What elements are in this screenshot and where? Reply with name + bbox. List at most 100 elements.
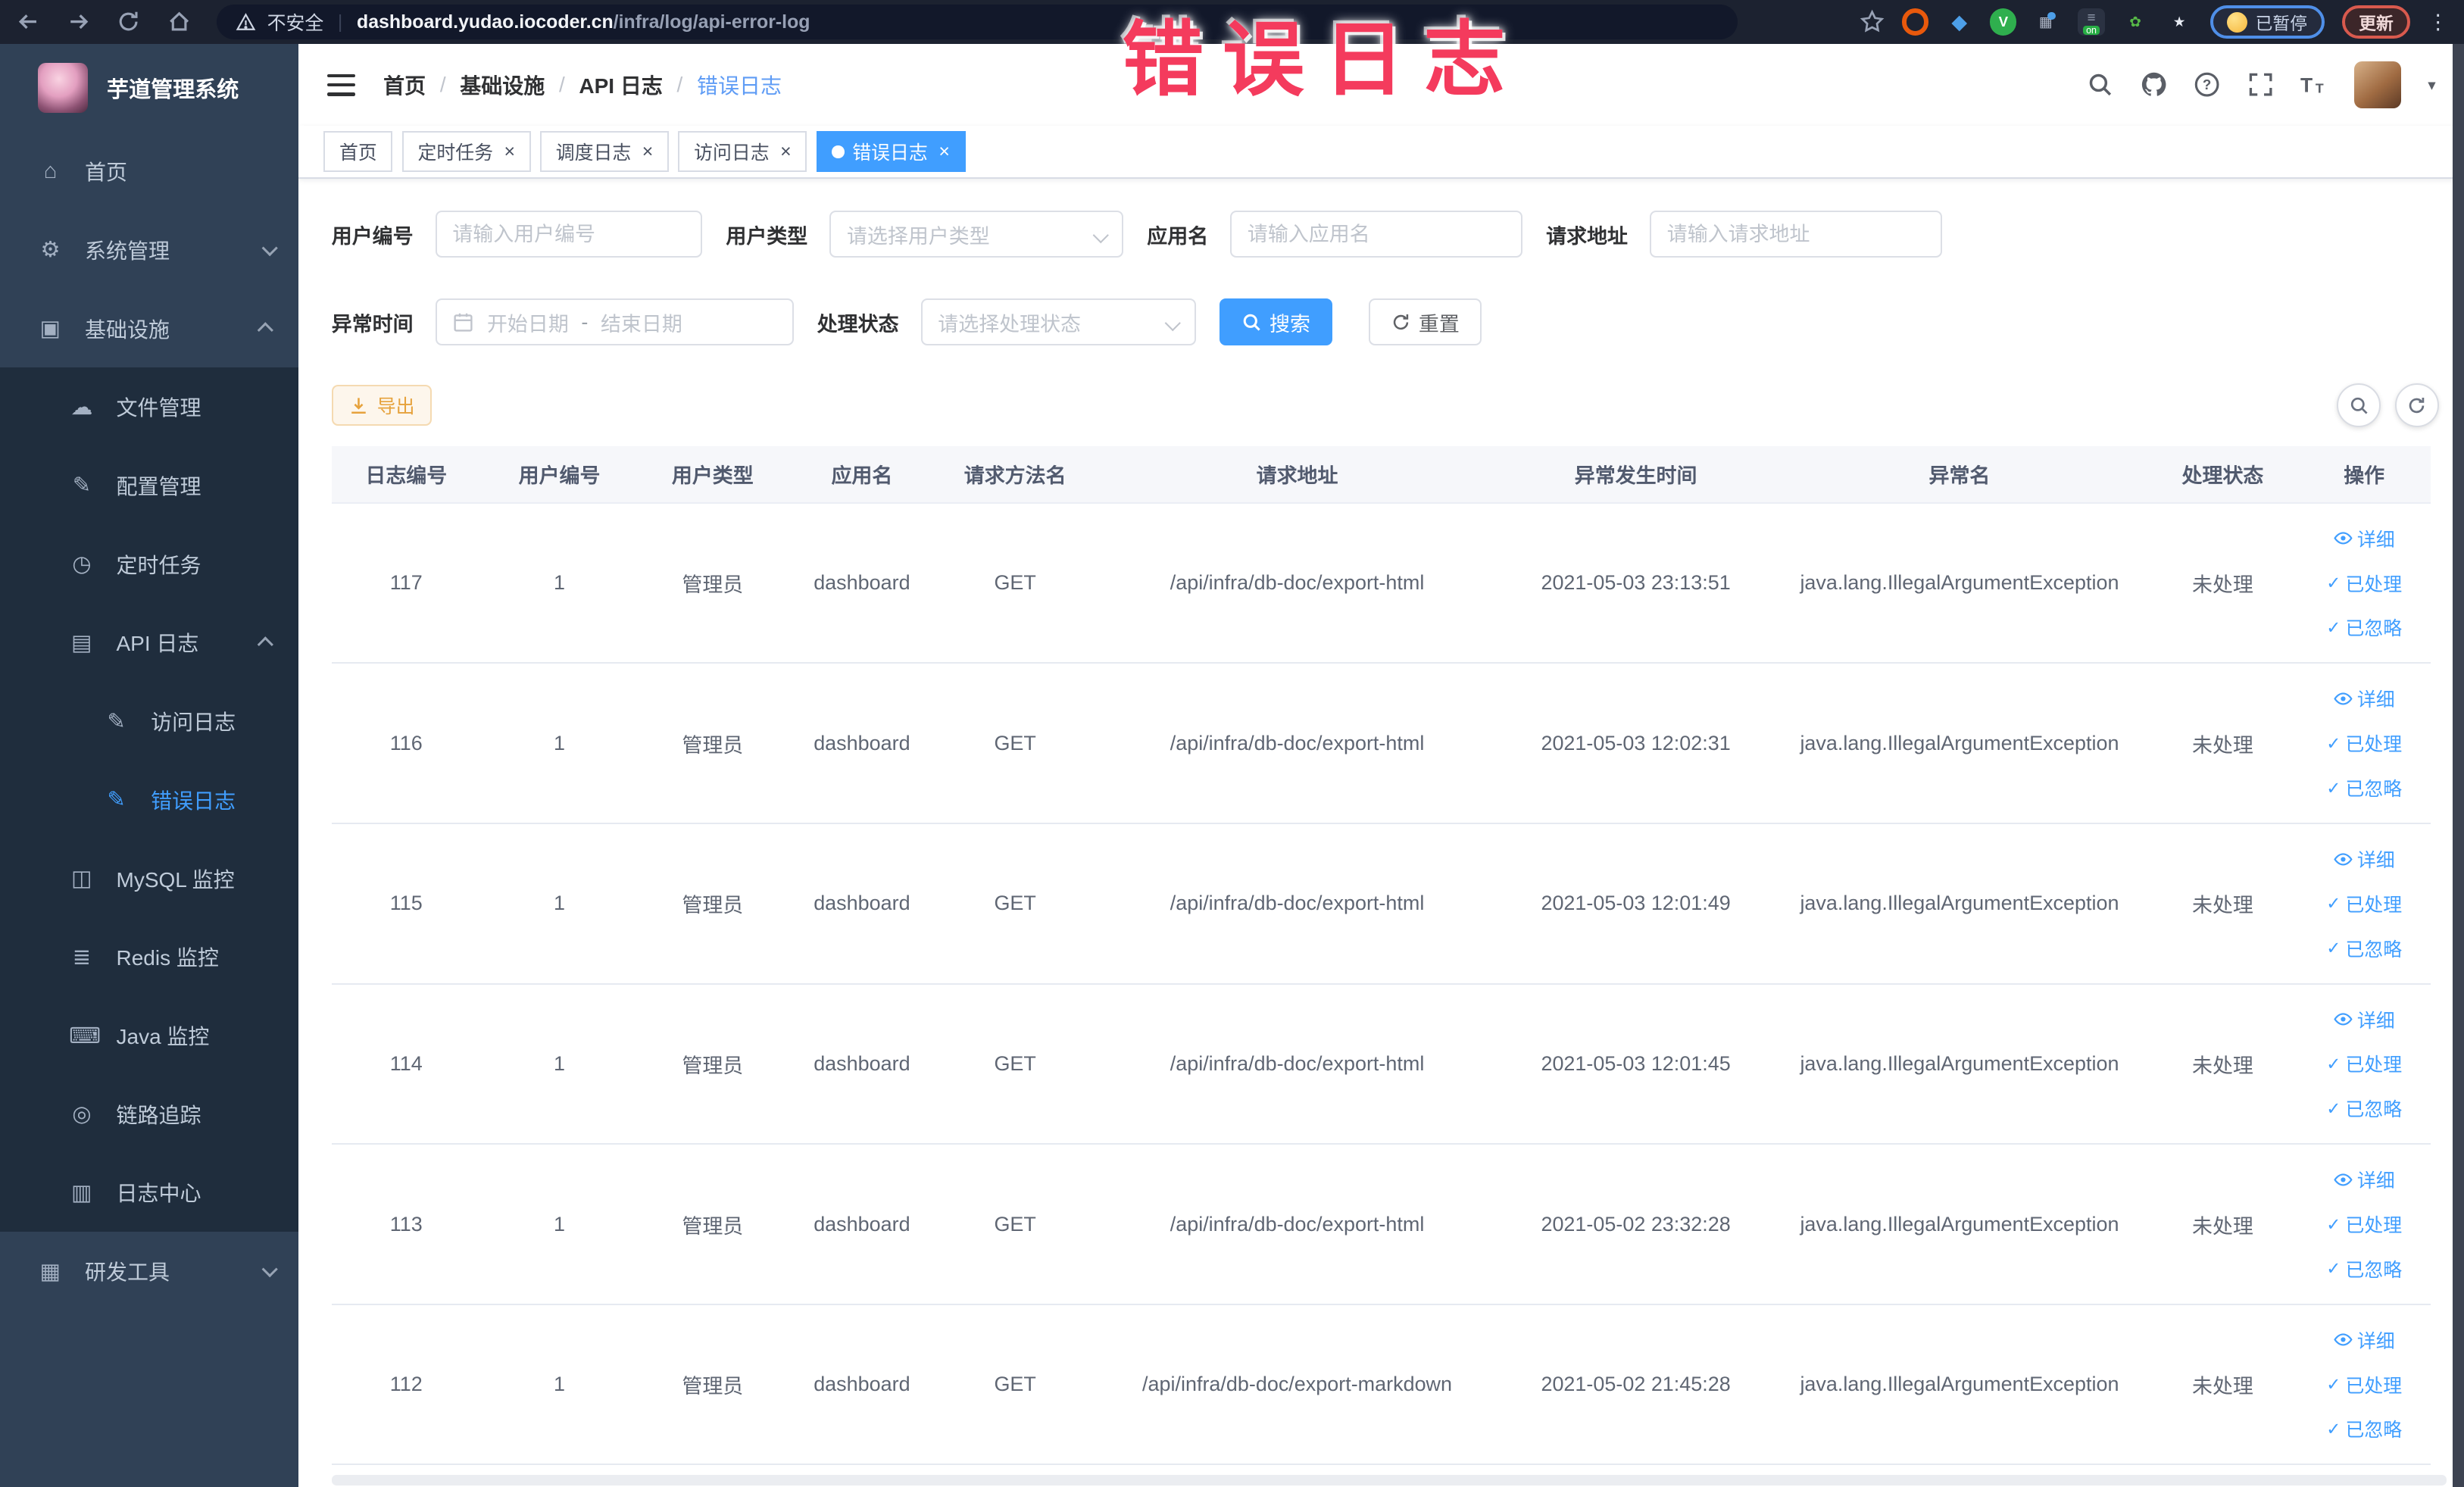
detail-link[interactable]: 详细 — [2334, 685, 2395, 712]
detail-link[interactable]: 详细 — [2334, 1006, 2395, 1033]
cell-user-id: 1 — [480, 663, 639, 825]
action-label: 已忽略 — [2345, 1420, 2403, 1442]
reset-button[interactable]: 重置 — [1368, 298, 1482, 346]
sidebar-item-dev-tools[interactable]: ▦ 研发工具 — [0, 1232, 298, 1310]
mark-ignored-link[interactable]: ✓ 已忽略 — [2326, 1255, 2402, 1282]
forward-icon[interactable] — [66, 9, 91, 34]
sidebar-item-infrastructure[interactable]: ▣ 基础设施 — [0, 289, 298, 368]
user-id-input[interactable] — [435, 210, 703, 258]
detail-link[interactable]: 详细 — [2334, 525, 2395, 552]
cell-user-type: 管理员 — [638, 1304, 788, 1466]
browser-home-icon[interactable] — [167, 9, 192, 34]
search-button[interactable]: 搜索 — [1219, 298, 1332, 346]
breadcrumb-item-0[interactable]: 首页 — [383, 70, 426, 100]
fullscreen-icon[interactable] — [2247, 71, 2274, 98]
browser-update-button[interactable]: 更新 — [2341, 5, 2411, 39]
close-icon[interactable]: × — [642, 142, 654, 161]
sidebar-item-log-center[interactable]: ▥ 日志中心 — [0, 1153, 299, 1232]
column-header-2: 用户类型 — [638, 446, 788, 504]
breadcrumb-item-1[interactable]: 基础设施 — [460, 70, 545, 100]
cell-url: /api/infra/db-doc/export-html — [1093, 983, 1501, 1145]
process-status-select[interactable]: 请选择处理状态 — [920, 298, 1196, 346]
sidebar-item-mysql-monitor[interactable]: ◫ MySQL 监控 — [0, 839, 299, 918]
extension-icon-orange[interactable] — [1902, 8, 1929, 36]
profile-paused-badge[interactable]: 已暂停 — [2209, 5, 2325, 39]
sidebar-item-label: 配置管理 — [116, 474, 201, 498]
tab-label: 首页 — [339, 142, 377, 164]
mark-processed-link[interactable]: ✓ 已处理 — [2326, 1050, 2402, 1077]
mark-processed-link[interactable]: ✓ 已处理 — [2326, 1211, 2402, 1238]
user-type-select[interactable]: 请选择用户类型 — [829, 210, 1124, 258]
help-icon[interactable]: ? — [2194, 71, 2220, 98]
sidebar-item-java-monitor[interactable]: ⌨ Java 监控 — [0, 996, 299, 1075]
sidebar-item-system-management[interactable]: ⚙ 系统管理 — [0, 211, 298, 289]
detail-link[interactable]: 详细 — [2334, 1326, 2395, 1354]
sidebar-item-label: 基础设施 — [85, 317, 170, 342]
sidebar-item-api-log[interactable]: ▤ API 日志 — [0, 603, 299, 683]
security-warning-icon[interactable] — [236, 12, 256, 33]
tab-error-log[interactable]: 错误日志 × — [816, 131, 966, 173]
sidebar-item-error-log[interactable]: ✎ 错误日志 — [0, 761, 299, 839]
app-logo[interactable]: 芋道管理系统 — [0, 44, 298, 132]
extension-icon-white-star[interactable]: ★ — [2166, 8, 2193, 35]
extension-icon-blue-shield[interactable]: ◆ — [1946, 8, 1972, 35]
close-icon[interactable]: × — [938, 142, 950, 161]
mark-ignored-link[interactable]: ✓ 已忽略 — [2326, 1095, 2402, 1122]
reload-icon[interactable] — [116, 9, 141, 34]
detail-link[interactable]: 详细 — [2334, 1166, 2395, 1193]
mark-processed-link[interactable]: ✓ 已处理 — [2326, 729, 2402, 757]
page-scrollbar[interactable] — [2453, 44, 2464, 1487]
user-avatar[interactable] — [2353, 61, 2401, 109]
mark-ignored-link[interactable]: ✓ 已忽略 — [2326, 774, 2402, 801]
request-url-input[interactable] — [1650, 210, 1942, 258]
refresh-table-button[interactable] — [2394, 383, 2439, 428]
search-icon[interactable] — [2087, 71, 2113, 98]
extension-icon-green-leaf[interactable]: ✿ — [2122, 8, 2148, 35]
eye-icon — [2334, 1170, 2353, 1189]
github-icon[interactable] — [2141, 71, 2167, 98]
tab-access-log[interactable]: 访问日志 × — [678, 131, 807, 173]
column-header-7: 异常名 — [1771, 446, 2148, 504]
sidebar-item-home[interactable]: ⌂ 首页 — [0, 132, 298, 211]
breadcrumb-item-2[interactable]: API 日志 — [579, 70, 662, 100]
sidebar-item-access-log[interactable]: ✎ 访问日志 — [0, 682, 299, 761]
extension-icon-grid[interactable]: ▦ — [2034, 8, 2060, 35]
mark-ignored-link[interactable]: ✓ 已忽略 — [2326, 1415, 2402, 1442]
back-icon[interactable] — [16, 9, 41, 34]
mark-processed-link[interactable]: ✓ 已处理 — [2326, 570, 2402, 597]
export-button[interactable]: 导出 — [331, 385, 433, 426]
cell-url: /api/infra/db-doc/export-html — [1093, 663, 1501, 825]
mark-processed-link[interactable]: ✓ 已处理 — [2326, 1371, 2402, 1398]
api-log-icon: ▤ — [71, 630, 92, 655]
bookmark-star-icon[interactable] — [1860, 9, 1885, 34]
tab-home[interactable]: 首页 — [323, 131, 393, 173]
exception-time-range-picker[interactable]: 开始日期 - 结束日期 — [435, 298, 794, 346]
app-name-input[interactable] — [1230, 210, 1523, 258]
sidebar-item-config-management[interactable]: ✎ 配置管理 — [0, 446, 299, 525]
avatar-caret-down-icon[interactable]: ▾ — [2428, 76, 2435, 95]
sidebar: 芋道管理系统 ⌂ 首页 ⚙ 系统管理 ▣ 基础设施 ☁ 文件管理 ✎ 配置管理 ◷ 定时任务 ▤ API … — [0, 44, 299, 1487]
sidebar-item-file-management[interactable]: ☁ 文件管理 — [0, 367, 299, 447]
cell-status: 未处理 — [2147, 1304, 2297, 1466]
mark-processed-link[interactable]: ✓ 已处理 — [2326, 890, 2402, 917]
browser-menu-dots-icon[interactable]: ⋮ — [2428, 11, 2448, 34]
address-bar[interactable]: 不安全 | dashboard.yudao.iocoder.cn/infra/l… — [217, 5, 1738, 39]
tab-scheduled-jobs[interactable]: 定时任务 × — [401, 131, 531, 173]
close-icon[interactable]: × — [504, 142, 516, 161]
toggle-search-button[interactable] — [2336, 383, 2381, 428]
extension-icon-green-v[interactable]: V — [1990, 8, 2017, 36]
tab-schedule-log[interactable]: 调度日志 × — [540, 131, 669, 173]
extension-icon-on-badge[interactable]: ≡ on — [2078, 8, 2105, 36]
sidebar-item-trace[interactable]: ◎ 链路追踪 — [0, 1074, 299, 1154]
font-size-icon[interactable]: TT — [2300, 71, 2327, 98]
close-icon[interactable]: × — [780, 142, 792, 161]
detail-link[interactable]: 详细 — [2334, 845, 2395, 873]
sidebar-item-scheduled-jobs[interactable]: ◷ 定时任务 — [0, 524, 299, 604]
sidebar-item-label: 定时任务 — [116, 553, 201, 577]
sidebar-item-redis-monitor[interactable]: ≣ Redis 监控 — [0, 917, 299, 997]
mark-ignored-link[interactable]: ✓ 已忽略 — [2326, 614, 2402, 641]
hamburger-icon[interactable] — [326, 73, 355, 96]
access-log-icon: ✎ — [107, 709, 126, 734]
breadcrumb-item-3: 错误日志 — [696, 74, 782, 98]
mark-ignored-link[interactable]: ✓ 已忽略 — [2326, 935, 2402, 962]
